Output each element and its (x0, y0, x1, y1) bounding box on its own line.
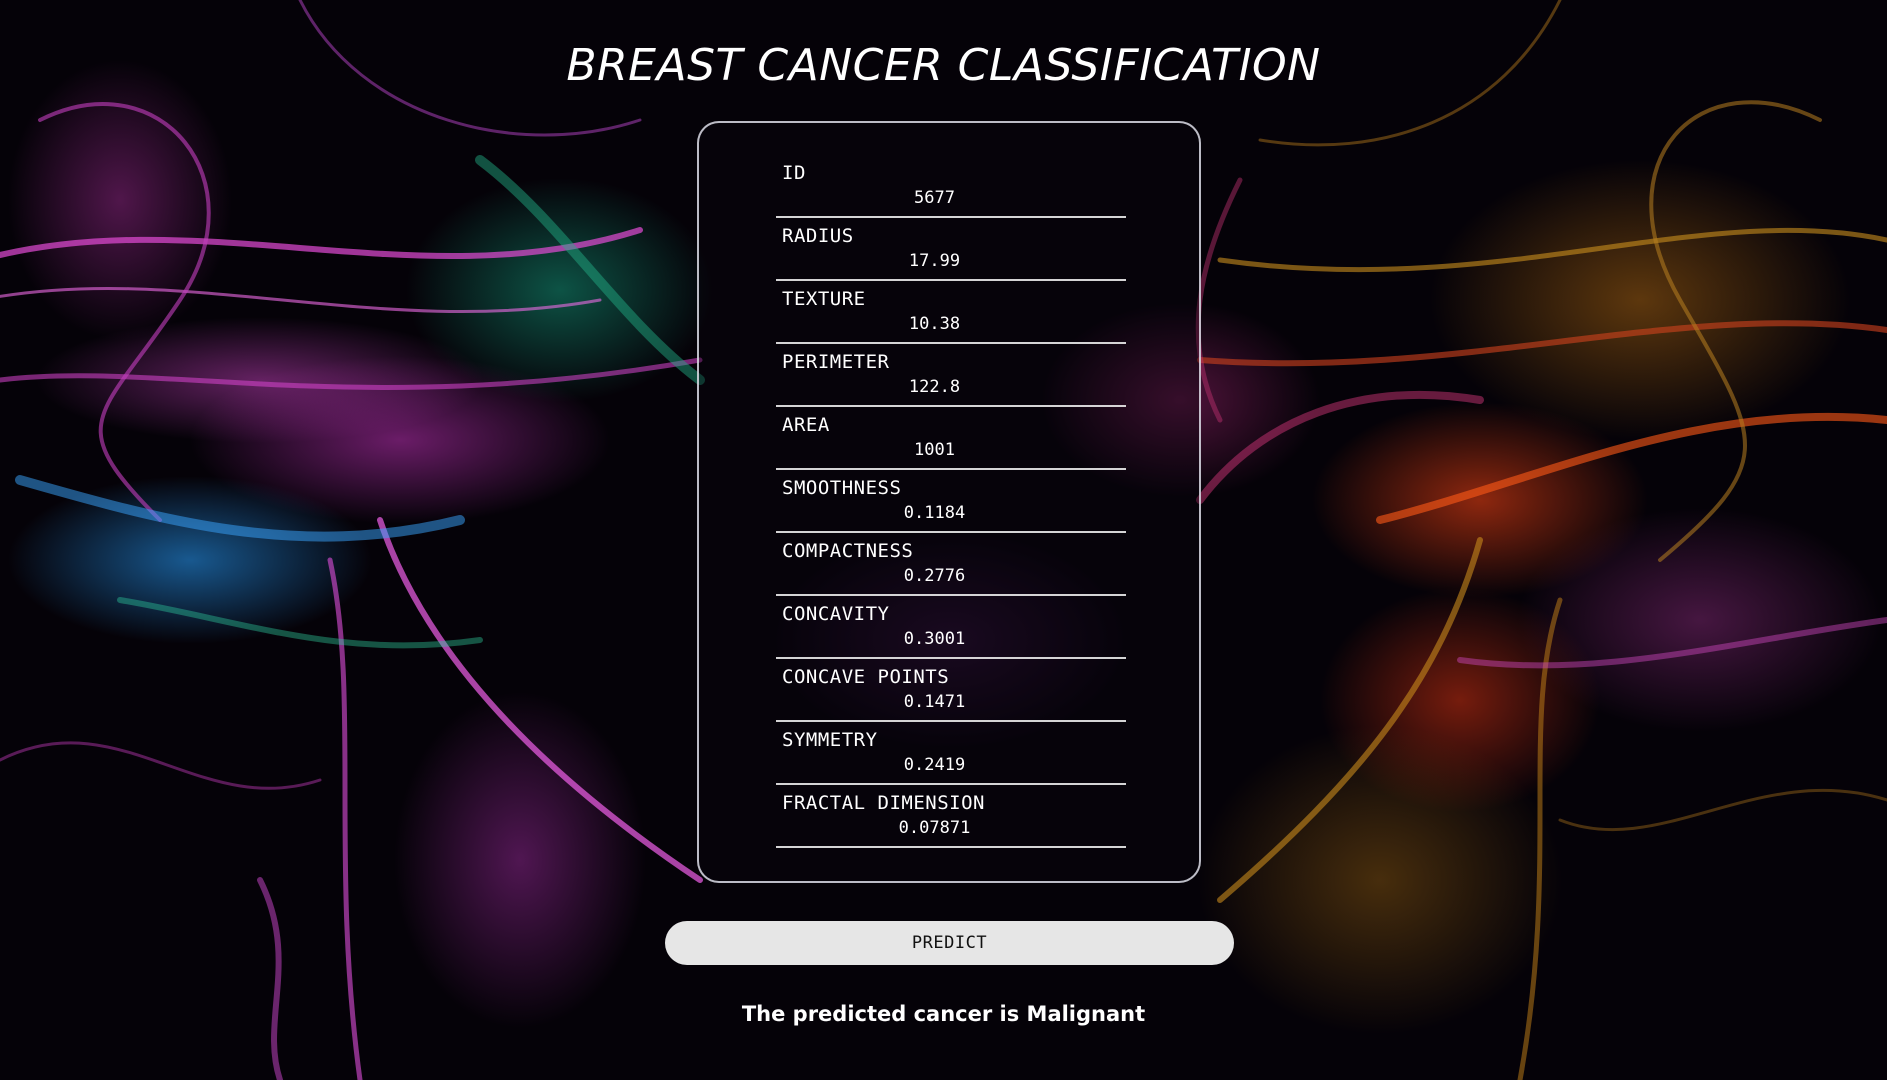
field-value-symmetry[interactable]: 0.2419 (776, 755, 1093, 775)
field-concave-points[interactable]: CONCAVE POINTS 0.1471 (776, 657, 1126, 722)
field-value-smoothness[interactable]: 0.1184 (776, 503, 1093, 523)
field-value-radius[interactable]: 17.99 (776, 251, 1093, 271)
field-area[interactable]: AREA 1001 (776, 405, 1126, 470)
predict-button[interactable]: PREDICT (665, 921, 1234, 965)
field-value-fractal-dimension[interactable]: 0.07871 (776, 818, 1093, 838)
field-label-smoothness: SMOOTHNESS (782, 477, 902, 499)
field-label-symmetry: SYMMETRY (782, 729, 878, 751)
field-perimeter[interactable]: PERIMETER 122.8 (776, 342, 1126, 407)
page-title: BREAST CANCER CLASSIFICATION (566, 40, 1321, 91)
field-label-perimeter: PERIMETER (782, 351, 890, 373)
field-label-id: ID (782, 162, 806, 184)
field-concavity[interactable]: CONCAVITY 0.3001 (776, 594, 1126, 659)
field-id[interactable]: ID 5677 (776, 153, 1126, 218)
field-label-concavity: CONCAVITY (782, 603, 890, 625)
field-value-texture[interactable]: 10.38 (776, 314, 1093, 334)
input-form-card: ID 5677 RADIUS 17.99 TEXTURE 10.38 PERIM… (697, 121, 1201, 883)
field-label-radius: RADIUS (782, 225, 854, 247)
field-value-concave-points[interactable]: 0.1471 (776, 692, 1093, 712)
field-radius[interactable]: RADIUS 17.99 (776, 216, 1126, 281)
field-label-area: AREA (782, 414, 830, 436)
field-compactness[interactable]: COMPACTNESS 0.2776 (776, 531, 1126, 596)
field-symmetry[interactable]: SYMMETRY 0.2419 (776, 720, 1126, 785)
field-value-concavity[interactable]: 0.3001 (776, 629, 1093, 649)
field-texture[interactable]: TEXTURE 10.38 (776, 279, 1126, 344)
field-value-id[interactable]: 5677 (776, 188, 1093, 208)
field-value-perimeter[interactable]: 122.8 (776, 377, 1093, 397)
field-value-area[interactable]: 1001 (776, 440, 1093, 460)
prediction-result: The predicted cancer is Malignant (741, 1002, 1146, 1026)
field-label-fractal-dimension: FRACTAL DIMENSION (782, 792, 985, 814)
field-label-concave-points: CONCAVE POINTS (782, 666, 950, 688)
field-smoothness[interactable]: SMOOTHNESS 0.1184 (776, 468, 1126, 533)
field-value-compactness[interactable]: 0.2776 (776, 566, 1093, 586)
field-fractal-dimension[interactable]: FRACTAL DIMENSION 0.07871 (776, 783, 1126, 848)
field-label-compactness: COMPACTNESS (782, 540, 914, 562)
field-label-texture: TEXTURE (782, 288, 866, 310)
